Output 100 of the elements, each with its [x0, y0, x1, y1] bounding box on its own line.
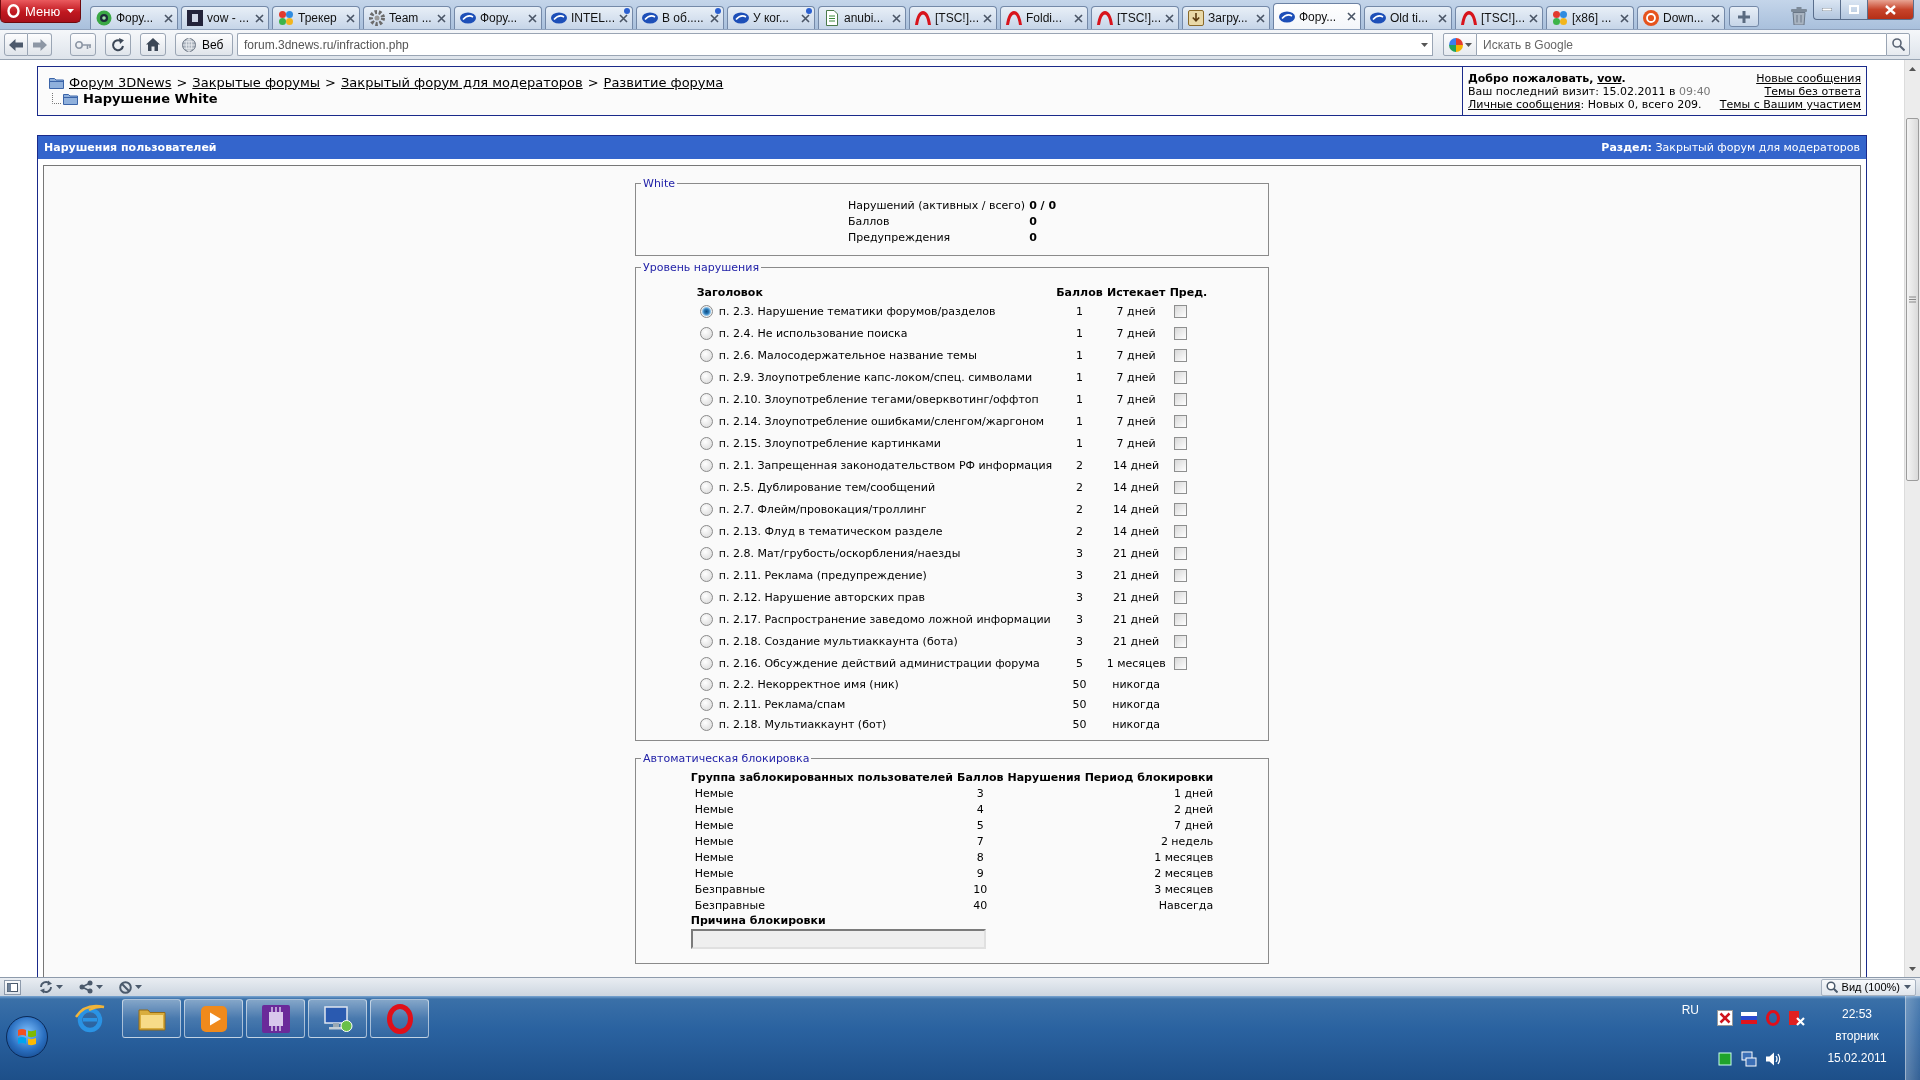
breadcrumb-link[interactable]: Форум 3DNews	[69, 74, 172, 90]
close-icon[interactable]	[164, 13, 173, 23]
tab[interactable]: В об.....	[636, 6, 724, 29]
radio-button[interactable]	[699, 677, 713, 691]
flag-icon[interactable]	[1741, 1010, 1757, 1026]
close-icon[interactable]	[1074, 13, 1083, 23]
radio-button[interactable]	[699, 458, 713, 472]
tab[interactable]: Загру...	[1182, 6, 1270, 29]
breadcrumb-link[interactable]: Закрытый форум для модераторов	[341, 74, 583, 90]
radio-button[interactable]	[699, 524, 713, 538]
checkbox[interactable]	[1173, 414, 1187, 428]
square-icon[interactable]	[1717, 1051, 1733, 1067]
blocked-icon[interactable]	[119, 980, 132, 994]
checkbox[interactable]	[1173, 304, 1187, 318]
alert-icon[interactable]	[1789, 1010, 1805, 1026]
close-icon[interactable]	[892, 13, 901, 23]
radio-button[interactable]	[699, 612, 713, 626]
close-icon[interactable]	[437, 13, 446, 23]
taskbar-app-button[interactable]	[246, 999, 305, 1038]
caret-down-icon[interactable]	[56, 985, 63, 989]
radio-button[interactable]	[699, 546, 713, 560]
radio-button[interactable]	[699, 717, 713, 731]
radio-button[interactable]	[699, 326, 713, 340]
cross-icon[interactable]	[1717, 1010, 1733, 1026]
close-icon[interactable]	[801, 13, 810, 23]
close-icon[interactable]	[1711, 13, 1720, 23]
sync-icon[interactable]	[39, 980, 53, 994]
radio-button[interactable]	[699, 480, 713, 494]
checkbox[interactable]	[1173, 590, 1187, 604]
radio-button[interactable]	[699, 697, 713, 711]
tab[interactable]: [TSC!]...	[1091, 6, 1179, 29]
close-icon[interactable]	[1347, 12, 1356, 21]
clock-day[interactable]: вторник	[1835, 1025, 1879, 1047]
show-desktop-button[interactable]	[1905, 996, 1920, 1080]
tab[interactable]: Down...	[1637, 6, 1725, 29]
minimize-button[interactable]	[1813, 0, 1840, 20]
tab[interactable]: INTEL...	[545, 6, 633, 29]
scrollbar[interactable]	[1904, 60, 1920, 977]
trash-button[interactable]	[1791, 7, 1807, 25]
close-icon[interactable]	[255, 13, 264, 23]
close-icon[interactable]	[710, 13, 719, 23]
checkbox[interactable]	[1173, 348, 1187, 362]
breadcrumb-link[interactable]: Закрытые форумы	[192, 74, 321, 90]
tab[interactable]: Трекер	[272, 6, 360, 29]
close-icon[interactable]	[1620, 13, 1629, 23]
tab[interactable]: Фору...	[1273, 3, 1361, 29]
taskbar-app-button[interactable]	[122, 999, 181, 1038]
share-icon[interactable]	[79, 980, 93, 994]
radio-button[interactable]	[699, 634, 713, 648]
home-button[interactable]	[140, 33, 166, 56]
checkbox[interactable]	[1173, 480, 1187, 494]
taskbar-app-button[interactable]	[308, 999, 367, 1038]
username-link[interactable]: vow	[1597, 72, 1622, 85]
new-tab-button[interactable]	[1729, 6, 1759, 27]
checkbox[interactable]	[1173, 370, 1187, 384]
breadcrumb-link[interactable]: Развитие форума	[603, 74, 724, 90]
radio-button[interactable]	[699, 656, 713, 670]
language-indicator[interactable]: RU	[1681, 1003, 1699, 1017]
maximize-button[interactable]	[1840, 0, 1867, 20]
radio-button[interactable]	[699, 392, 713, 406]
checkbox[interactable]	[1173, 502, 1187, 516]
radio-button[interactable]	[699, 436, 713, 450]
reload-button[interactable]	[105, 33, 131, 56]
network-icon[interactable]	[1741, 1051, 1757, 1067]
checkbox[interactable]	[1173, 436, 1187, 450]
quick-link[interactable]: Темы с Вашим участием	[1719, 98, 1861, 111]
quick-link[interactable]: Темы без ответа	[1764, 85, 1861, 98]
start-button[interactable]	[6, 1016, 48, 1058]
tab[interactable]: Фору...	[90, 6, 178, 29]
tab[interactable]: Team ...	[363, 6, 451, 29]
speaker-icon[interactable]	[1765, 1051, 1781, 1067]
close-icon[interactable]	[1256, 13, 1265, 23]
clock-time[interactable]: 22:53	[1842, 1003, 1872, 1025]
checkbox[interactable]	[1173, 458, 1187, 472]
zoom-button[interactable]: Вид (100%)	[1820, 978, 1916, 996]
clock-date[interactable]: 15.02.2011	[1827, 1047, 1887, 1069]
caret-down-icon[interactable]	[135, 985, 142, 989]
panel-toggle-button[interactable]	[4, 979, 21, 995]
tab[interactable]: У ког...	[727, 6, 815, 29]
search-engine-button[interactable]	[1443, 33, 1477, 56]
close-icon[interactable]	[1438, 13, 1447, 23]
scrollbar-thumb[interactable]	[1906, 118, 1919, 481]
checkbox[interactable]	[1173, 612, 1187, 626]
close-icon[interactable]	[1165, 13, 1174, 23]
radio-button[interactable]	[699, 414, 713, 428]
tab[interactable]: Фору...	[454, 6, 542, 29]
close-icon[interactable]	[983, 13, 992, 23]
taskbar-app-button[interactable]	[184, 999, 243, 1038]
radio-button[interactable]	[699, 304, 713, 318]
tab[interactable]: anubi...	[818, 6, 906, 29]
close-icon[interactable]	[1529, 13, 1538, 23]
checkbox[interactable]	[1173, 392, 1187, 406]
radio-button[interactable]	[699, 348, 713, 362]
close-icon[interactable]	[619, 13, 628, 23]
back-button[interactable]	[4, 33, 28, 56]
search-button[interactable]	[1886, 33, 1910, 56]
checkbox[interactable]	[1173, 326, 1187, 340]
key-button[interactable]	[70, 33, 96, 56]
forward-button[interactable]	[28, 33, 52, 56]
tab[interactable]: [x86] ...	[1546, 6, 1634, 29]
